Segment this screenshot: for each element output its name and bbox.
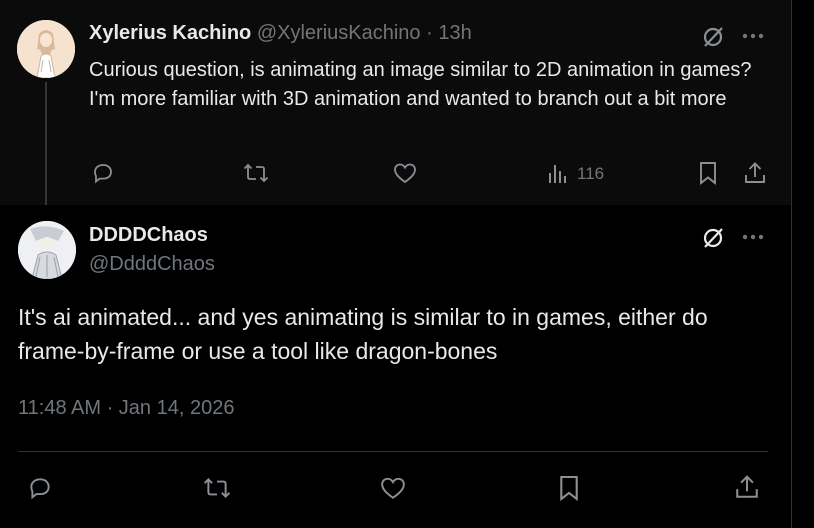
thread-connector-line: [45, 82, 47, 205]
column-border: [791, 0, 792, 528]
parent-tweet[interactable]: Xylerius Kachino @XyleriusKachino · 13h …: [0, 0, 791, 205]
bookmark-icon[interactable]: [557, 473, 581, 503]
more-icon[interactable]: [740, 227, 766, 247]
share-icon[interactable]: [742, 160, 768, 186]
reply-icon[interactable]: [90, 160, 116, 186]
bookmark-icon[interactable]: [696, 160, 720, 186]
reply-icon[interactable]: [26, 474, 54, 502]
tweet-text: Curious question, is animating an image …: [89, 59, 752, 110]
avatar[interactable]: [18, 221, 76, 279]
divider: [18, 451, 768, 452]
like-icon[interactable]: [379, 475, 407, 501]
views-count[interactable]: 116: [577, 164, 604, 184]
retweet-icon[interactable]: [242, 160, 270, 186]
app-frame: Xylerius Kachino @XyleriusKachino · 13h …: [0, 0, 814, 528]
views-icon[interactable]: [546, 162, 570, 186]
tweet-text: It's ai animated... and yes animating is…: [18, 304, 708, 364]
author-handle[interactable]: @DdddChaos: [89, 253, 215, 276]
parent-author-line: Xylerius Kachino @XyleriusKachino · 13h: [89, 22, 472, 45]
separator: ·: [426, 22, 433, 44]
avatar-illustration: [17, 20, 75, 78]
author-name[interactable]: Xylerius Kachino: [89, 22, 251, 44]
retweet-icon[interactable]: [202, 475, 232, 501]
avatar[interactable]: [17, 20, 75, 78]
grok-icon[interactable]: [700, 225, 726, 251]
author-name[interactable]: DDDDChaos: [89, 224, 208, 247]
avatar-illustration: [18, 221, 76, 279]
tweet-time[interactable]: 13h: [438, 22, 471, 44]
author-handle[interactable]: @XyleriusKachino: [257, 22, 421, 44]
tweet-timestamp[interactable]: 11:48 AM · Jan 14, 2026: [18, 397, 234, 420]
grok-icon[interactable]: [700, 24, 726, 50]
like-icon[interactable]: [392, 160, 418, 186]
share-icon[interactable]: [733, 473, 761, 501]
more-icon[interactable]: [740, 26, 766, 46]
